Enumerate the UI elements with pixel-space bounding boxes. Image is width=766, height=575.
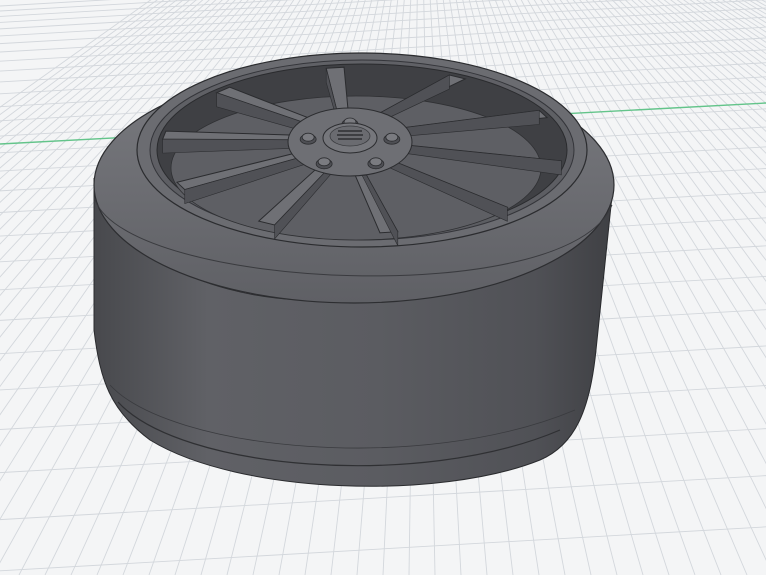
grid-line [761, 0, 766, 3]
grid-line [603, 0, 766, 575]
cad-3d-viewport[interactable] [0, 0, 766, 575]
lug-nut [317, 157, 331, 167]
lug-nut [385, 132, 399, 142]
grid-line [0, 7, 766, 53]
lug-nut [369, 157, 383, 167]
lug-nut [301, 132, 315, 142]
wheel-model[interactable] [93, 52, 615, 487]
cad-scene-canvas[interactable] [0, 0, 766, 575]
grid-line [590, 0, 766, 575]
grid-line [597, 0, 766, 575]
center-cap-face [329, 125, 371, 147]
